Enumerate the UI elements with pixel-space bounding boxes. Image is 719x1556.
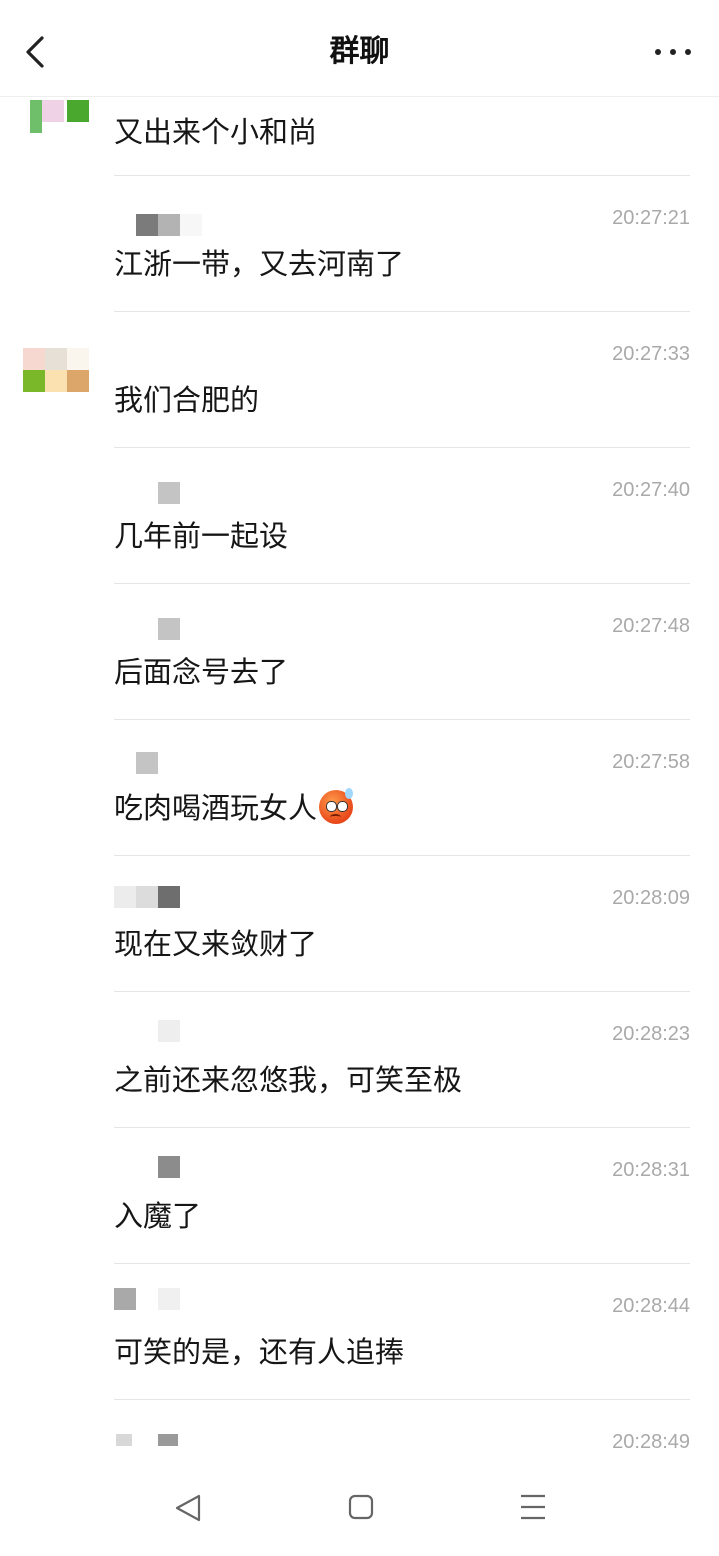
message-text: 又出来个小和尚 — [114, 115, 318, 149]
sender-name — [114, 752, 204, 776]
message-item: 20:27:33 我们合肥的 — [0, 312, 719, 448]
message-text: 入魔了 — [114, 1199, 202, 1233]
message-text: 之前还来忽悠我，可笑至极 — [114, 1063, 463, 1097]
message-time: 20:28:44 — [612, 1295, 690, 1317]
message-text: 几年前一起设 — [114, 519, 289, 553]
anxious-sweat-face-icon — [319, 788, 354, 824]
message-time: 20:28:49 — [612, 1431, 690, 1453]
avatar[interactable] — [23, 348, 90, 393]
sender-name — [114, 1432, 204, 1446]
menu-lines-icon[interactable] — [513, 1490, 553, 1526]
message-item: 20:27:21 江浙一带，又去河南了 — [0, 176, 719, 312]
message-time: 20:27:33 — [612, 343, 690, 365]
sender-name — [114, 214, 204, 238]
page-title: 群聊 — [329, 34, 390, 69]
back-triangle-icon[interactable] — [169, 1490, 209, 1526]
message-time: 20:27:58 — [612, 751, 690, 773]
message-text: 后面念号去了 — [114, 655, 289, 689]
message-time: 20:27:21 — [612, 207, 690, 229]
system-nav-bar — [0, 1460, 719, 1556]
message-item: 20:27:40 几年前一起设 — [0, 448, 719, 584]
more-options-icon[interactable] — [653, 36, 693, 66]
message-item: 又出来个小和尚 — [0, 96, 719, 176]
message-text: 吃肉喝酒玩女人 — [114, 788, 354, 828]
sender-name — [114, 1020, 204, 1044]
message-item: 20:28:44 可笑的是，还有人追捧 — [0, 1264, 719, 1400]
message-text-content: 吃肉喝酒玩女人 — [114, 791, 318, 825]
sender-name — [114, 1156, 204, 1180]
message-text: 现在又来敛财了 — [114, 927, 318, 961]
home-square-icon[interactable] — [341, 1490, 381, 1526]
message-item: 20:28:49 — [0, 1400, 719, 1460]
message-time: 20:28:23 — [612, 1023, 690, 1045]
message-time: 20:28:09 — [612, 887, 690, 909]
message-time: 20:27:48 — [612, 615, 690, 637]
message-item: 20:28:09 现在又来敛财了 — [0, 856, 719, 992]
avatar[interactable] — [23, 100, 90, 133]
top-bar: 群聊 — [0, 0, 719, 97]
sender-name — [114, 482, 204, 506]
sender-name — [114, 618, 204, 642]
message-list[interactable]: 又出来个小和尚 20:27:21 江浙一带，又去河南了 20:27:33 我们合… — [0, 96, 719, 1460]
message-time: 20:27:40 — [612, 479, 690, 501]
message-item: 20:27:48 后面念号去了 — [0, 584, 719, 720]
sender-name — [114, 1288, 204, 1312]
message-text: 我们合肥的 — [114, 383, 260, 417]
sender-name — [114, 886, 204, 910]
message-text: 可笑的是，还有人追捧 — [114, 1335, 405, 1369]
message-item: 20:28:23 之前还来忽悠我，可笑至极 — [0, 992, 719, 1128]
message-text: 江浙一带，又去河南了 — [114, 247, 405, 281]
message-time: 20:28:31 — [612, 1159, 690, 1181]
message-item: 20:28:31 入魔了 — [0, 1128, 719, 1264]
message-item: 20:27:58 吃肉喝酒玩女人 — [0, 720, 719, 856]
